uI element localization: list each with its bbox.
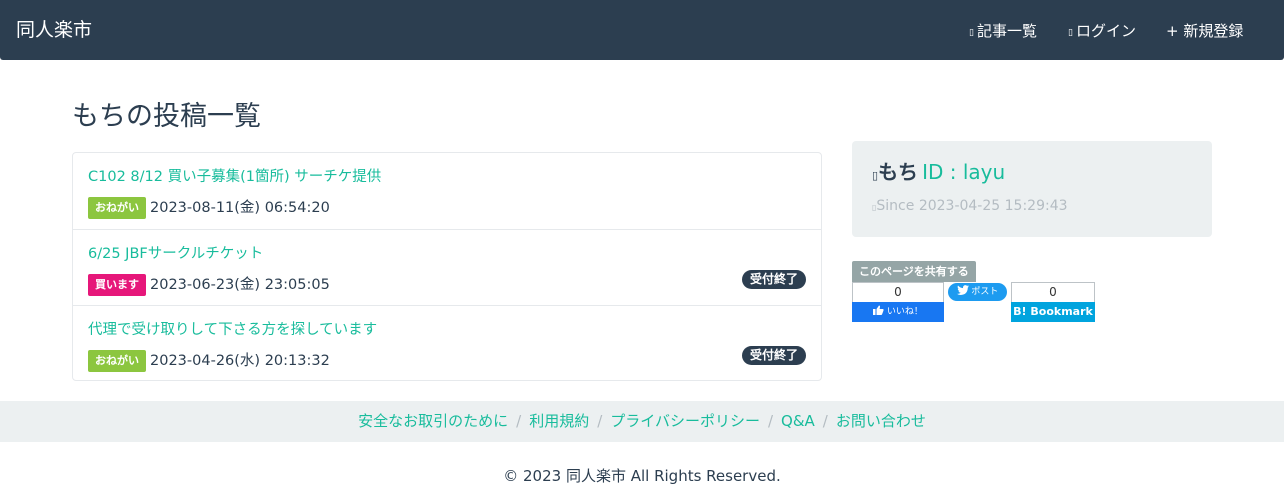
twitter-post-button[interactable]: ポスト [948,283,1007,301]
hatena-bookmark-label: B! Bookmark [1011,302,1095,322]
nav-article-list[interactable]: ▯ 記事一覧 [969,21,1037,43]
thumbs-up-icon [873,305,884,315]
profile-card: ▯もち ID : layu ▯Since 2023-04-25 15:29:43 [852,141,1212,237]
nav-login[interactable]: ▯ ログイン [1068,21,1136,43]
nav-label: ログイン [1075,22,1136,40]
footer-link-faq[interactable]: Q&A [781,412,815,430]
post-title-link[interactable]: 代理で受け取りして下さる方を探しています [88,320,377,340]
plus-icon: + [1166,22,1179,40]
profile-heading: ▯もち ID : layu [872,159,1005,189]
footer-link-contact[interactable]: お問い合わせ [836,412,926,430]
post-date: 2023-06-23(金) 23:05:05 [150,277,330,293]
profile-id: ID : layu [922,160,1006,184]
facebook-like-button[interactable]: 0 いいね！ [852,282,944,322]
copyright: © 2023 同人楽市 All Rights Reserved. [503,467,781,485]
post-tag-badge: おねがい [88,197,146,219]
breadcrumb-separator: / [516,412,522,430]
list-item: 6/25 JBFサークルチケット 買います 2023-06-23(金) 23:0… [73,229,821,305]
footer-links: 安全なお取引のために / 利用規約 / プライバシーポリシー / Q&A / お問い合わせ [0,401,1284,442]
breadcrumb-separator: / [597,412,603,430]
top-navbar: 同人楽市 ▯ 記事一覧 ▯ ログイン + 新規登録 [0,0,1284,60]
since-text: Since 2023-04-25 15:29:43 [876,198,1068,214]
list-item: 代理で受け取りして下さる方を探しています おねがい 2023-04-26(水) … [73,305,821,381]
post-title-link[interactable]: 6/25 JBFサークルチケット [88,244,263,264]
twitter-label-text: ポスト [971,287,999,297]
facebook-count: 0 [852,282,944,302]
nav-label: 記事一覧 [976,22,1037,40]
site-logo[interactable]: 同人楽市 [16,18,92,42]
twitter-bird-icon [956,285,969,295]
status-badge: 受付終了 [741,346,806,365]
profile-since: ▯Since 2023-04-25 15:29:43 [872,197,1068,217]
post-tag-badge: 買います [88,274,146,296]
footer-link-safety[interactable]: 安全なお取引のために [358,412,508,430]
list-icon: ▯ [969,28,974,38]
post-date: 2023-08-11(金) 06:54:20 [150,200,330,216]
profile-name: もち [878,160,919,184]
login-icon: ▯ [1068,28,1073,38]
hatena-bookmark-button[interactable]: 0 B! Bookmark [1011,282,1095,322]
nav-register[interactable]: + 新規登録 [1166,21,1243,41]
list-item: C102 8/12 買い子募集(1箇所) サーチケ提供 おねがい 2023-08… [73,153,821,229]
post-tag-badge: おねがい [88,350,146,372]
facebook-label-text: いいね！ [886,307,923,317]
footer-link-privacy[interactable]: プライバシーポリシー [610,412,760,430]
nav-label: 新規登録 [1183,22,1244,40]
page-title: もちの投稿一覧 [72,101,261,132]
hatena-count: 0 [1011,282,1095,302]
share-label: このページを共有する [852,261,976,282]
breadcrumb-separator: / [822,412,828,430]
facebook-like-label: いいね！ [852,302,944,322]
status-badge: 受付終了 [741,270,806,289]
footer-link-terms[interactable]: 利用規約 [529,412,589,430]
post-date: 2023-04-26(水) 20:13:32 [150,353,330,369]
post-title-link[interactable]: C102 8/12 買い子募集(1箇所) サーチケ提供 [88,167,381,187]
post-list: C102 8/12 買い子募集(1箇所) サーチケ提供 おねがい 2023-08… [72,152,822,381]
breadcrumb-separator: / [767,412,774,430]
